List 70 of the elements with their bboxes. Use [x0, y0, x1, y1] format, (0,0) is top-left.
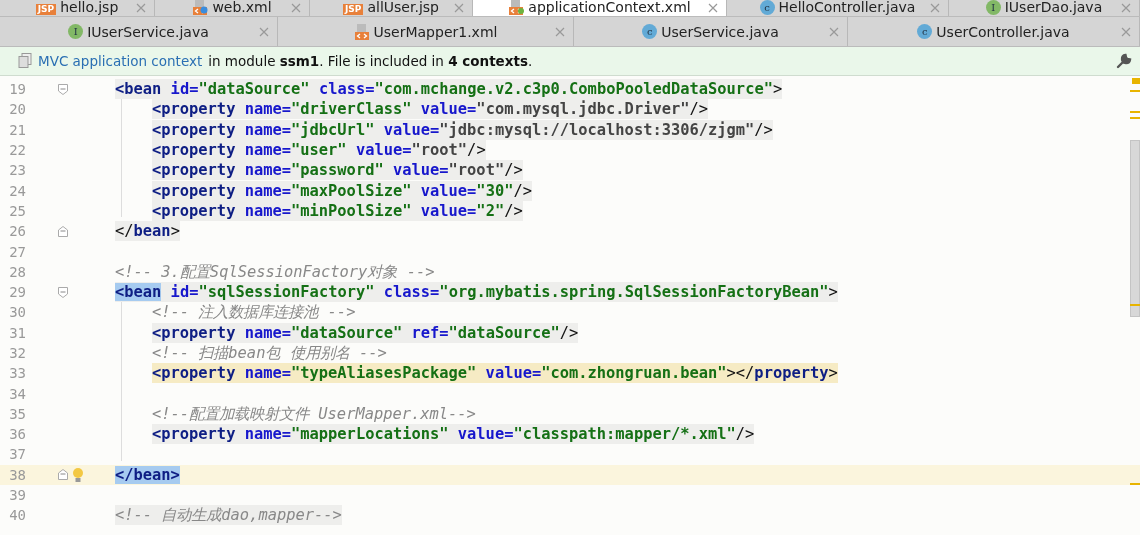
close-icon[interactable] — [454, 3, 464, 13]
line-number: 26 — [8, 223, 26, 240]
error-stripe-marker[interactable] — [1132, 78, 1140, 84]
line-number: 22 — [8, 142, 26, 159]
line-number: 32 — [8, 345, 26, 361]
line-number: 19 — [8, 81, 26, 98]
line-number: 29 — [8, 284, 26, 301]
line-number: 30 — [8, 304, 26, 321]
editor-tab[interactable]: c UserService.java — [574, 17, 848, 46]
line-number: 38 — [8, 466, 26, 483]
line-number: 40 — [8, 507, 26, 524]
editor-tab[interactable]: web.xml — [155, 0, 310, 16]
line-number: 35 — [8, 405, 26, 422]
error-stripe-marker[interactable] — [1130, 117, 1140, 119]
line-number: 28 — [8, 263, 26, 280]
documents-icon — [18, 53, 32, 69]
line-number: 36 — [8, 426, 26, 443]
fold-marker-icon[interactable] — [58, 286, 68, 298]
close-icon[interactable] — [930, 3, 940, 13]
code-line: <!--配置加载映射文件 UserMapper.xml--> — [152, 403, 476, 424]
line-number: 33 — [8, 365, 26, 382]
error-stripe-marker[interactable] — [1130, 111, 1140, 113]
info-message: in module ssm1. File is included in 4 contexts. — [208, 53, 533, 69]
lightbulb-icon[interactable] — [72, 466, 84, 483]
error-stripe-marker[interactable] — [1130, 304, 1140, 306]
line-number: 27 — [8, 243, 26, 260]
editor-tab[interactable]: JSP allUser.jsp — [310, 0, 473, 16]
line-number: 37 — [8, 446, 26, 463]
editor-tab[interactable]: JSP hello.jsp — [0, 0, 155, 16]
jsp-file-icon: JSP — [343, 4, 364, 15]
editor-tab[interactable]: I IUserService.java — [0, 17, 278, 46]
editor-tab[interactable]: I IUserDao.java — [949, 0, 1140, 16]
editor-tab[interactable]: UserMapper1.xml — [278, 17, 574, 46]
code-line: <!-- 3.配置SqlSessionFactory对象 --> — [115, 261, 435, 282]
code-line: <!-- 扫描bean包 使用别名 --> — [152, 343, 387, 363]
jsp-file-icon: JSP — [35, 4, 57, 15]
error-stripe-marker[interactable] — [1130, 90, 1140, 92]
line-number: 34 — [8, 385, 26, 402]
line-number: 20 — [8, 101, 26, 118]
line-number: 23 — [8, 162, 26, 179]
close-icon[interactable] — [708, 3, 718, 13]
editor-tab[interactable]: applicationContext.xml — [473, 0, 727, 16]
xml-file-icon — [353, 23, 370, 40]
close-icon[interactable] — [136, 3, 146, 13]
line-number: 25 — [8, 202, 26, 219]
close-icon[interactable] — [291, 3, 301, 13]
line-number: 31 — [8, 324, 26, 341]
close-icon[interactable] — [259, 26, 269, 37]
fold-marker-icon[interactable] — [58, 83, 68, 95]
line-number: 39 — [8, 487, 26, 504]
class-icon: c — [759, 0, 775, 15]
context-link[interactable]: MVC application context — [38, 53, 203, 69]
line-number: 24 — [8, 182, 26, 199]
close-icon[interactable] — [1121, 26, 1131, 37]
line-number: 21 — [8, 121, 26, 138]
interface-icon: I — [68, 24, 84, 39]
editor-tab[interactable]: c UserController.java — [848, 17, 1140, 46]
editor-tab[interactable]: c HelloController.java — [727, 0, 949, 16]
interface-icon: I — [985, 0, 1001, 15]
close-icon[interactable] — [829, 26, 839, 37]
fold-marker-icon[interactable] — [58, 469, 68, 481]
code-line: <!-- 注入数据库连接池 --> — [152, 302, 356, 323]
class-icon: c — [642, 24, 658, 39]
wrench-icon[interactable] — [1116, 53, 1132, 69]
fold-marker-icon[interactable] — [58, 225, 68, 237]
close-icon[interactable] — [555, 26, 565, 37]
vertical-scrollbar[interactable] — [1130, 140, 1140, 317]
class-icon: c — [917, 24, 933, 39]
error-stripe-marker[interactable] — [1130, 483, 1140, 485]
close-icon[interactable] — [1121, 3, 1131, 13]
